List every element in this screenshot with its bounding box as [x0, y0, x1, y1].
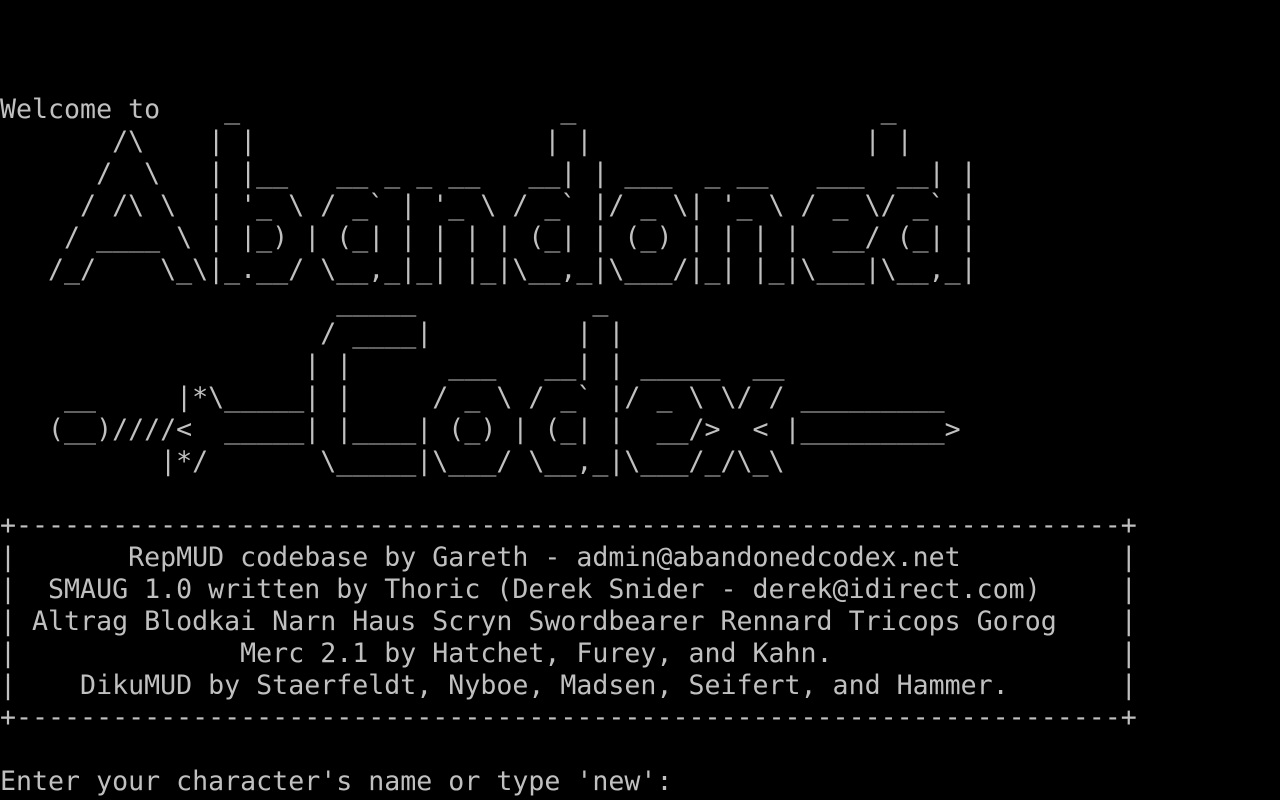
banner-line: / /\ \ | '_ \ / _` | '_ \ / _` |/ _ \| '… [0, 190, 977, 221]
banner-line: / ____ \ | |_) | (_| | | | | (_| | (_) |… [0, 222, 977, 253]
banner-line: | | ___ __| | _____ __ [0, 350, 785, 381]
banner-line: | RepMUD codebase by Gareth - admin@aban… [0, 542, 1137, 573]
login-prompt: Enter your character's name or type 'new… [0, 766, 673, 797]
banner-line: / \ | |__ __ _ _ __ __| | ___ _ __ ___ _… [0, 158, 977, 189]
banner-line: +---------------------------------------… [0, 510, 1137, 541]
banner-line: | Merc 2.1 by Hatchet, Furey, and Kahn. … [0, 638, 1137, 669]
banner-line: |*/ \_____|\___/ \__,_|\___/_/\_\ [0, 446, 785, 477]
banner-line: (__)////< _____| |____| (_) | (_| | __/>… [0, 414, 961, 445]
banner-line: / ____| | | [0, 318, 625, 349]
banner-line: __ |*\_____| | / _ \ / _` |/ _ \ \/ / __… [0, 382, 945, 413]
terminal-window[interactable]: Welcome to _ _ _ /\ | | | | | | / \ | |_… [0, 0, 1280, 800]
banner-line: /_/ \_\|_.__/ \__,_|_| |_|\__,_|\___/|_|… [0, 254, 977, 285]
banner-line: +---------------------------------------… [0, 702, 1137, 733]
login-prompt-line[interactable]: Enter your character's name or type 'new… [0, 766, 672, 798]
banner-line: Welcome to _ _ _ [0, 94, 897, 125]
banner-line: /\ | | | | | | [0, 126, 913, 157]
banner-line: | DikuMUD by Staerfeldt, Nyboe, Madsen, … [0, 670, 1137, 701]
banner-line: | Altrag Blodkai Narn Haus Scryn Swordbe… [0, 606, 1137, 637]
banner-line: _____ _ [0, 286, 609, 317]
banner-line: | SMAUG 1.0 written by Thoric (Derek Sni… [0, 574, 1137, 605]
